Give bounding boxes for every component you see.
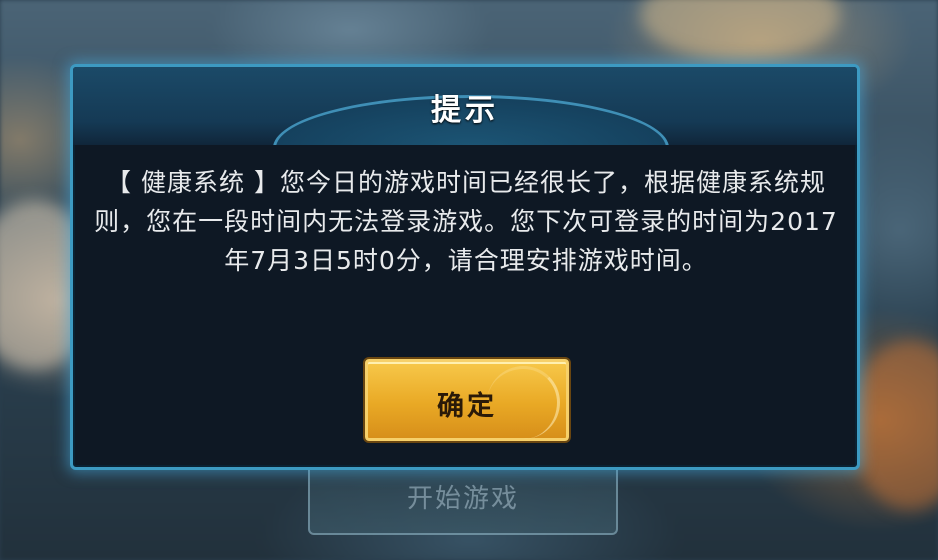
confirm-button-label: 确定 bbox=[437, 391, 497, 422]
confirm-button[interactable]: 确定 bbox=[365, 359, 569, 441]
dialog-header: 提示 bbox=[73, 67, 857, 145]
start-game-label: 开始游戏 bbox=[406, 484, 519, 514]
health-system-dialog: 提示 【 健康系统 】您今日的游戏时间已经很长了，根据健康系统规则，您在一段时间… bbox=[70, 64, 860, 470]
game-screen: 开始游戏 提示 【 健康系统 】您今日的游戏时间已经很长了，根据健康系统规则，您… bbox=[0, 0, 938, 560]
start-game-button[interactable]: 开始游戏 bbox=[308, 465, 618, 535]
dialog-message: 【 健康系统 】您今日的游戏时间已经很长了，根据健康系统规则，您在一段时间内无法… bbox=[94, 168, 838, 275]
dialog-title: 提示 bbox=[431, 93, 499, 128]
